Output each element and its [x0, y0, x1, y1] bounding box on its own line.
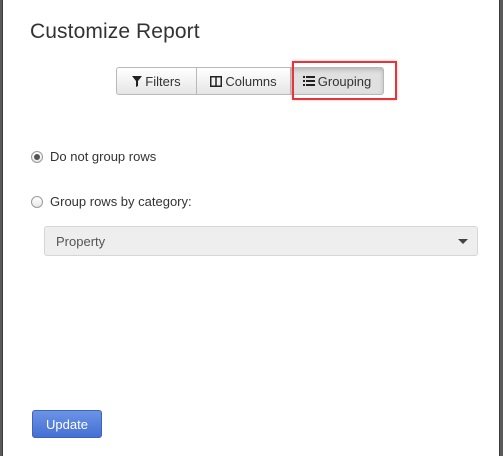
radio-button-checked[interactable]: [31, 150, 43, 163]
filter-icon: [132, 75, 143, 87]
update-button[interactable]: Update: [32, 410, 102, 438]
customize-report-dialog: Customize Report Filters Columns Groupin…: [2, 0, 500, 456]
report-tabs: Filters Columns Grouping: [116, 67, 384, 95]
radio-do-not-group-label: Do not group rows: [50, 149, 157, 164]
radio-do-not-group[interactable]: Do not group rows: [31, 149, 156, 164]
category-select[interactable]: Property: [44, 226, 478, 256]
tab-filters[interactable]: Filters: [116, 67, 197, 95]
radio-group-by-category[interactable]: Group rows by category:: [31, 194, 192, 209]
category-select-value: Property: [56, 233, 106, 249]
tab-filters-label: Filters: [145, 73, 181, 89]
tab-columns-label: Columns: [225, 73, 277, 89]
chevron-down-icon: [458, 239, 468, 244]
tab-grouping-label: Grouping: [317, 73, 372, 89]
list-icon: [302, 76, 315, 86]
dialog-title: Customize Report: [30, 20, 200, 43]
radio-group-by-category-label: Group rows by category:: [50, 194, 192, 209]
tab-grouping[interactable]: Grouping: [290, 67, 384, 95]
columns-icon: [210, 75, 223, 87]
tab-columns[interactable]: Columns: [196, 67, 291, 95]
radio-button-unchecked[interactable]: [31, 195, 43, 208]
